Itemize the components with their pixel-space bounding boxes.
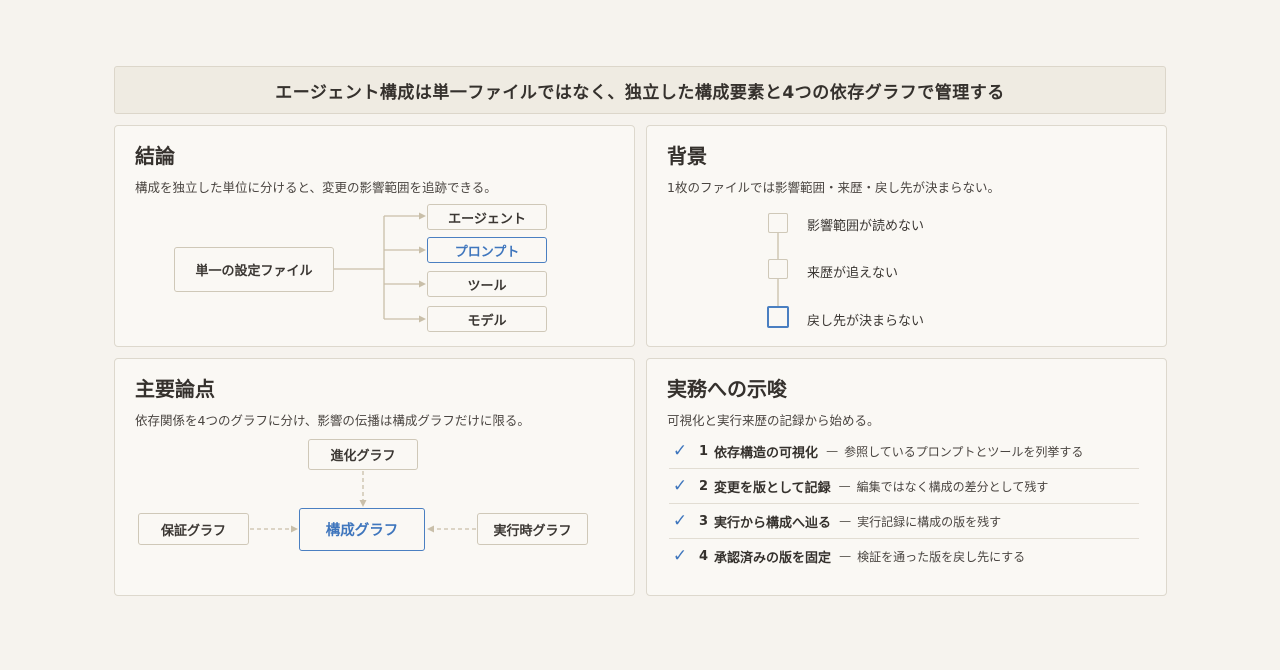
implications-heading: 実務への示唆 [667,377,787,401]
step-box-impact [768,213,788,233]
key-points-panel: 主要論点 依存関係を4つのグラフに分け、影響の伝播は構成グラフだけに限る。 進化… [114,358,635,596]
step-label-history: 来歴が追えない [807,266,899,281]
check-icon: ✓ [672,441,688,461]
check-icon: ✓ [672,511,688,531]
conclusion-connectors [334,212,426,323]
checklist-item: ✓ 3 実行から構成へ辿る — 実行記録に構成の版を残す [669,504,1139,539]
implications-panel: 実務への示唆 可視化と実行来歴の記録から始める。 ✓ 1 依存構造の可視化 — … [646,358,1167,596]
checklist-description: 検証を通った版を戻し先にする [857,549,1026,564]
background-panel: 背景 1枚のファイルでは影響範囲・来歴・戻し先が決まらない。 影響範囲が読めない… [646,125,1167,347]
target-box-agent: エージェント [427,204,547,230]
step-label-impact: 影響範囲が読めない [807,219,925,234]
step-box-history [768,259,788,279]
runtime-graph-box: 実行時グラフ [477,513,588,545]
check-icon: ✓ [672,476,688,496]
checklist-dash: — [839,549,852,563]
checklist-title: 実行から構成へ辿る [714,515,832,531]
checklist-item: ✓ 4 承認済みの版を固定 — 検証を通った版を戻し先にする [669,539,1139,573]
implications-subtitle: 可視化と実行来歴の記録から始める。 [667,413,880,428]
target-box-model: モデル [427,306,547,332]
canvas: エージェント構成は単一ファイルではなく、独立した構成要素と4つの依存グラフで管理… [0,0,1280,670]
checklist-number: 4 [699,548,709,564]
checklist-number: 1 [699,443,709,459]
checklist-dash: — [838,479,851,493]
checklist-description: 実行記録に構成の版を残す [857,514,1002,529]
page-title: エージェント構成は単一ファイルではなく、独立した構成要素と4つの依存グラフで管理… [114,66,1166,114]
check-icon: ✓ [672,546,688,566]
checklist-title: 変更を版として記録 [714,480,831,496]
checklist-title: 依存構造の可視化 [714,445,819,461]
conclusion-panel: 結論 構成を独立した単位に分けると、変更の影響範囲を追跡できる。 単一の設定ファ… [114,125,635,347]
evolution-graph-box: 進化グラフ [308,439,418,470]
checklist-item: ✓ 2 変更を版として記録 — 編集ではなく構成の差分として残す [669,469,1139,504]
step-box-rollback [767,306,789,328]
target-box-prompt: プロンプト [427,237,547,263]
composition-graph-box: 構成グラフ [299,508,425,551]
checklist-dash: — [826,444,839,458]
graph-connectors [250,471,476,533]
target-box-tool: ツール [427,271,547,297]
step-label-rollback: 戻し先が決まらない [807,314,925,329]
checklist-dash: — [839,514,852,528]
single-config-file-box: 単一の設定ファイル [174,247,334,292]
checklist-number: 3 [699,513,709,529]
checklist-item: ✓ 1 依存構造の可視化 — 参照しているプロンプトとツールを列挙する [669,434,1139,469]
checklist-number: 2 [699,478,709,494]
checklist-description: 編集ではなく構成の差分として残す [856,479,1049,494]
checklist-description: 参照しているプロンプトとツールを列挙する [844,444,1084,459]
checklist-title: 承認済みの版を固定 [714,550,832,566]
assurance-graph-box: 保証グラフ [138,513,249,545]
